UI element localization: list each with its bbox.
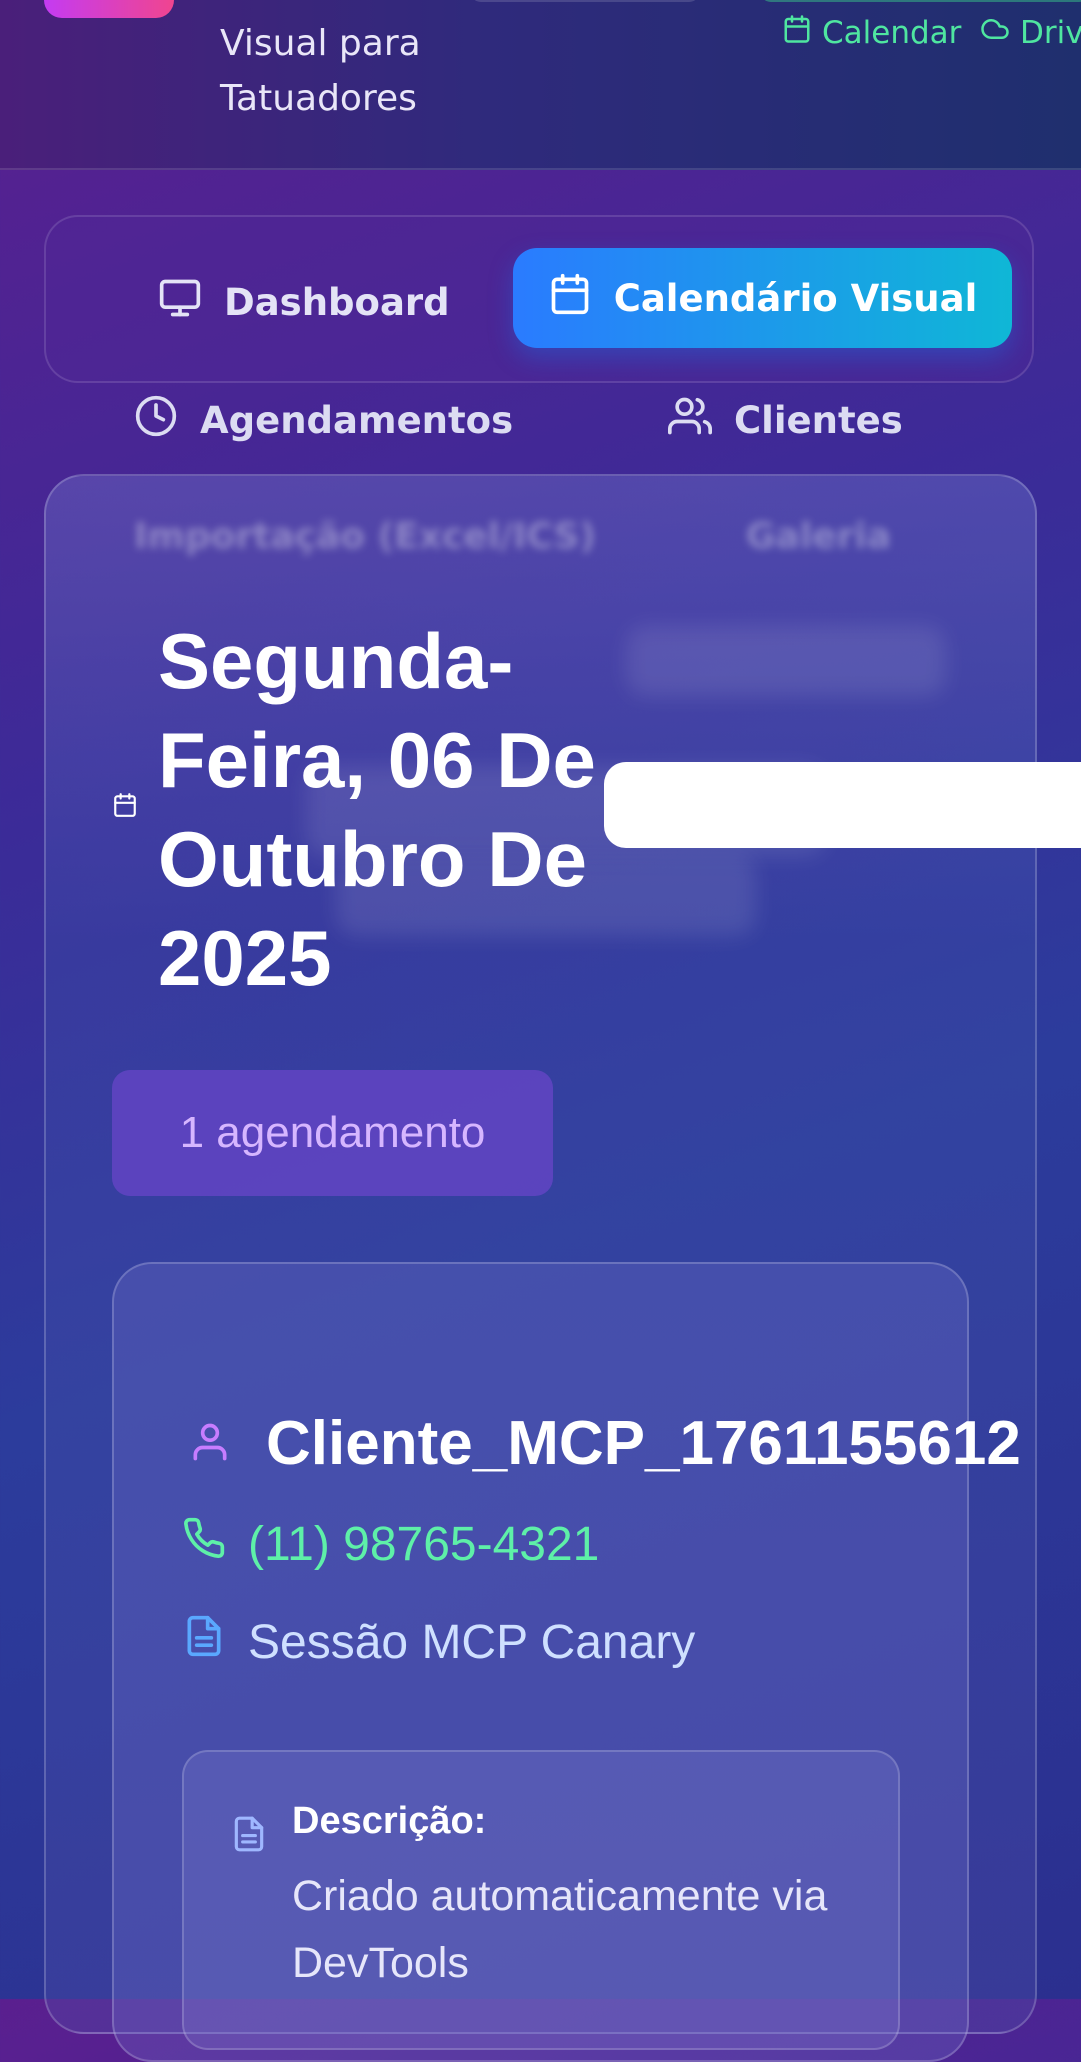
overlay-bar [604, 762, 1081, 848]
tab-importacao-blurred: Importação (Excel/ICS) [134, 516, 596, 557]
monitor-icon [158, 276, 202, 329]
header-sync-pill [760, 0, 1081, 2]
description-label: Descrição: [292, 1800, 487, 1842]
calendar-icon [782, 14, 812, 52]
clock-icon [134, 394, 178, 447]
tab-calendario-visual-label: Calendário Visual [613, 276, 978, 320]
integration-calendar[interactable]: Calendar [782, 14, 961, 52]
file-text-icon [230, 1815, 268, 1853]
header-status-pill [470, 0, 700, 2]
app-header: C Visual para Tatuadores Calendar Driv [0, 0, 1081, 170]
appointment-phone[interactable]: (11) 98765-4321 [182, 1516, 599, 1572]
user-icon [188, 1420, 232, 1468]
tab-agendamentos[interactable]: Agendamentos [134, 394, 513, 447]
brand-title: C [220, 0, 245, 5]
service-name: Sessão MCP Canary [248, 1615, 696, 1669]
tab-calendario-visual[interactable]: Calendário Visual [513, 248, 1012, 348]
file-text-icon [182, 1614, 226, 1670]
calendar-icon [548, 272, 592, 325]
appointment-count-badge: 1 agendamento [112, 1070, 553, 1196]
tab-clientes-label: Clientes [734, 399, 903, 442]
selected-day-title: Segunda-Feira, 06 De Outubro De 2025 [158, 617, 596, 1002]
integration-drive[interactable]: Driv [980, 14, 1081, 52]
tab-agendamentos-label: Agendamentos [200, 399, 514, 442]
appointment-service: Sessão MCP Canary [182, 1614, 695, 1670]
cloud-icon [980, 14, 1010, 52]
description-text: Criado automaticamente via DevTools [292, 1872, 828, 1987]
integration-drive-label: Driv [1020, 15, 1081, 51]
appointment-client: Cliente_MCP_1761155612 [188, 1408, 1021, 1479]
tab-dashboard[interactable]: Dashboard [158, 276, 450, 329]
calendar-icon [112, 792, 138, 818]
integration-calendar-label: Calendar [822, 15, 962, 51]
brand-subtitle: Visual para Tatuadores [220, 23, 421, 119]
tab-dashboard-label: Dashboard [224, 281, 450, 324]
phone-number: (11) 98765-4321 [248, 1517, 600, 1571]
client-name: Cliente_MCP_1761155612 [266, 1409, 1021, 1478]
users-icon [668, 394, 712, 447]
tab-clientes[interactable]: Clientes [668, 394, 903, 447]
blurred-overlay [626, 626, 946, 696]
tab-galeria-blurred: Galeria [746, 516, 891, 557]
app-logo [44, 0, 174, 18]
phone-icon [182, 1516, 226, 1572]
